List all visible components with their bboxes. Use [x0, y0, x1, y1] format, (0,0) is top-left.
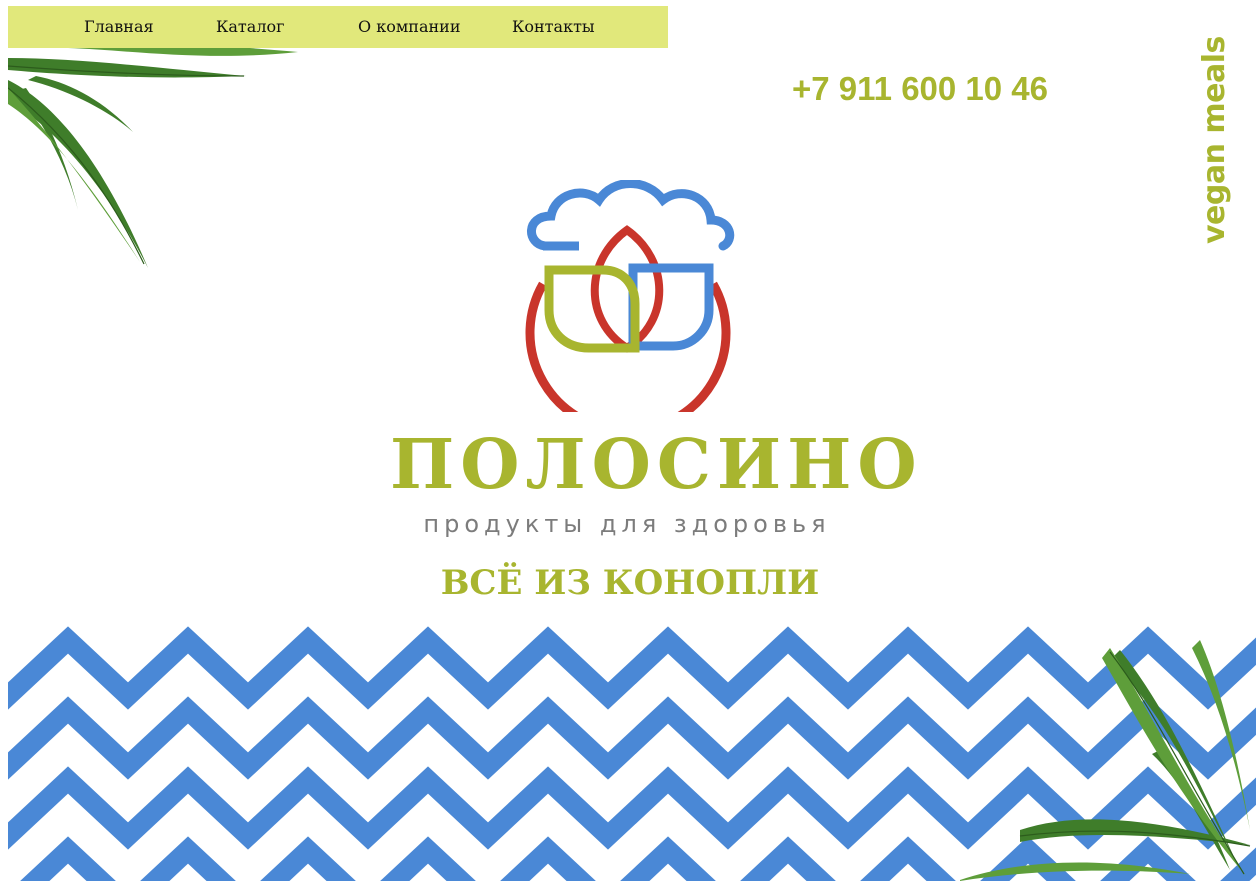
nav-item-catalog[interactable]: Каталог [216, 17, 285, 36]
lotus-cloud-logo-icon [525, 180, 735, 412]
hero-headline: ВСЁ ИЗ КОНОПЛИ [440, 563, 820, 603]
vegan-meals-label: vegan meals [1197, 36, 1232, 244]
nav-item-about[interactable]: О компании [358, 17, 460, 36]
brand-name: ПОЛОСИНО [390, 425, 923, 505]
hemp-leaf-icon [8, 41, 298, 268]
phone-number[interactable]: +7 911 600 10 46 [792, 70, 1048, 108]
nav-item-home[interactable]: Главная [84, 17, 154, 36]
brand-tagline: продукты для здоровья [423, 510, 831, 538]
page: Главная Каталог О компании Контакты +7 9… [0, 0, 1256, 881]
top-nav: Главная Каталог О компании Контакты [8, 6, 668, 48]
nav-item-contacts[interactable]: Контакты [512, 17, 595, 36]
hemp-leaf-icon [960, 640, 1251, 881]
